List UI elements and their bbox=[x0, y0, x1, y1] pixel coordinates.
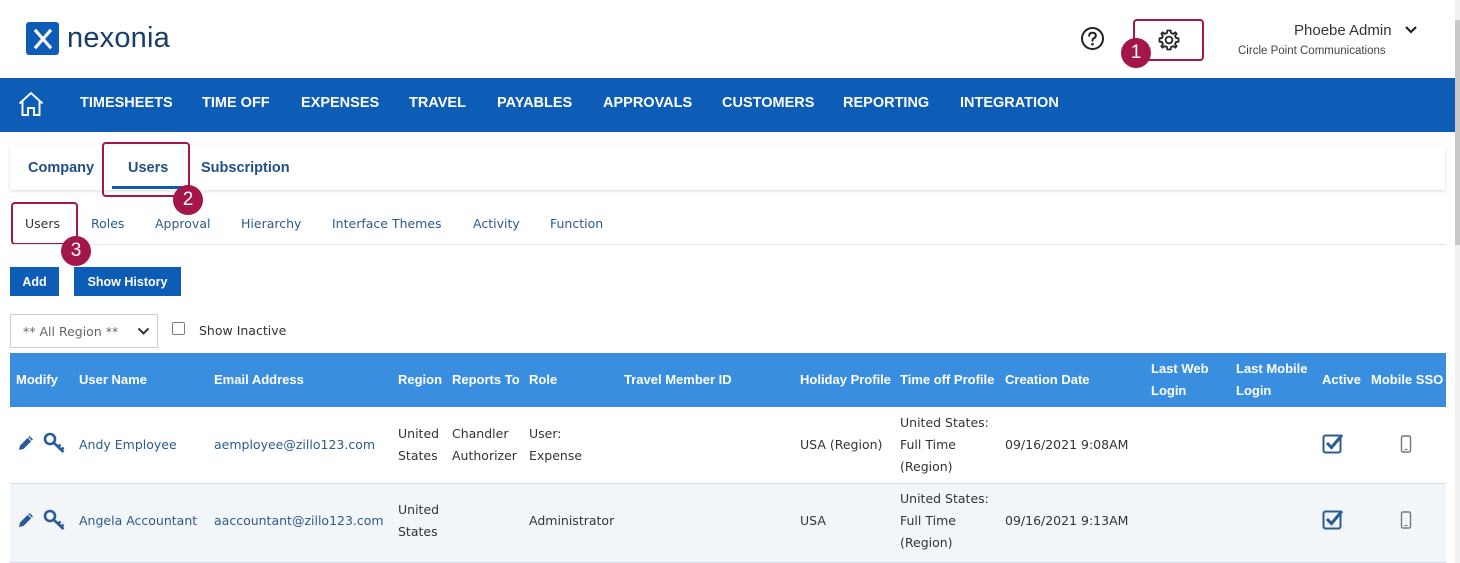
subtab-interface-themes[interactable]: Interface Themes bbox=[332, 216, 442, 231]
nav-reporting[interactable]: REPORTING bbox=[843, 95, 929, 111]
show-inactive-checkbox[interactable] bbox=[172, 322, 185, 335]
checkbox-checked-icon[interactable] bbox=[1322, 432, 1344, 454]
user-holiday-profile: USA (Region) bbox=[800, 437, 883, 452]
col-holiday-profile[interactable]: Holiday Profile bbox=[800, 369, 891, 391]
show-history-button[interactable]: Show History bbox=[74, 267, 181, 296]
subtab-hierarchy[interactable]: Hierarchy bbox=[241, 216, 301, 231]
user-reports-to: Chandler Authorizer bbox=[452, 426, 517, 463]
users-table-header: Modify User Name Email Address Region Re… bbox=[10, 353, 1446, 407]
mobile-phone-icon[interactable] bbox=[1400, 511, 1412, 529]
nav-timesheets[interactable]: TIMESHEETS bbox=[80, 95, 173, 111]
user-role: User: Expense bbox=[529, 426, 583, 463]
scrollbar-thumb[interactable] bbox=[1455, 20, 1460, 245]
user-time-off-profile: United States: Full Time (Region) bbox=[900, 415, 989, 474]
col-modify: Modify bbox=[16, 372, 58, 387]
checkbox-checked-icon[interactable] bbox=[1322, 508, 1344, 530]
gear-icon bbox=[1158, 29, 1179, 51]
col-active[interactable]: Active bbox=[1322, 369, 1361, 391]
nav-integration[interactable]: INTEGRATION bbox=[960, 95, 1059, 111]
help-icon[interactable] bbox=[1080, 26, 1105, 51]
user-email-link[interactable]: aemployee@zillo123.com bbox=[214, 434, 375, 456]
main-navbar: TIMESHEETS TIME OFF EXPENSES TRAVEL PAYA… bbox=[0, 78, 1455, 132]
x-logo-icon bbox=[26, 22, 59, 55]
nav-customers[interactable]: CUSTOMERS bbox=[722, 95, 814, 111]
tab-company[interactable]: Company bbox=[28, 160, 94, 176]
col-last-web-login[interactable]: Last Web Login bbox=[1151, 358, 1209, 402]
col-email[interactable]: Email Address bbox=[214, 369, 304, 391]
add-user-button[interactable]: Add bbox=[10, 267, 59, 296]
col-travel-member-id[interactable]: Travel Member ID bbox=[624, 369, 732, 391]
logo-text: nexonia bbox=[67, 22, 170, 54]
user-region: United States bbox=[398, 502, 440, 539]
chevron-down-icon bbox=[137, 327, 150, 335]
subtab-function[interactable]: Function bbox=[550, 216, 603, 231]
user-region: United States bbox=[398, 426, 440, 463]
col-last-mobile-login[interactable]: Last Mobile Login bbox=[1236, 358, 1308, 402]
callout-badge-2: 2 bbox=[173, 185, 203, 215]
col-user-name[interactable]: User Name bbox=[79, 369, 147, 391]
tab-subscription[interactable]: Subscription bbox=[201, 160, 290, 176]
user-holiday-profile: USA bbox=[800, 513, 826, 528]
nav-payables[interactable]: PAYABLES bbox=[497, 95, 572, 111]
region-select-value: ** All Region ** bbox=[23, 324, 119, 339]
subtab-approval[interactable]: Approval bbox=[155, 216, 210, 231]
region-select[interactable]: ** All Region ** bbox=[10, 314, 158, 348]
settings-tabs: Company Users Subscription bbox=[10, 146, 1445, 190]
nav-time-off[interactable]: TIME OFF bbox=[202, 95, 270, 111]
user-name: Phoebe Admin bbox=[1294, 22, 1392, 39]
company-name: Circle Point Communications bbox=[1238, 45, 1386, 57]
nav-travel[interactable]: TRAVEL bbox=[409, 95, 466, 111]
callout-badge-3: 3 bbox=[61, 236, 91, 266]
app-logo[interactable]: nexonia bbox=[26, 22, 170, 55]
nav-expenses[interactable]: EXPENSES bbox=[301, 95, 379, 111]
key-icon[interactable] bbox=[43, 509, 67, 531]
subtab-activity[interactable]: Activity bbox=[473, 216, 520, 231]
col-role[interactable]: Role bbox=[529, 369, 557, 391]
table-row: Angela Accountant aaccountant@zillo123.c… bbox=[10, 484, 1446, 563]
user-creation-date: 09/16/2021 9:08AM bbox=[1005, 437, 1129, 452]
pencil-icon[interactable] bbox=[16, 510, 36, 530]
user-name-link[interactable]: Angela Accountant bbox=[79, 510, 197, 532]
col-creation-date[interactable]: Creation Date bbox=[1005, 369, 1090, 391]
key-icon[interactable] bbox=[43, 432, 67, 454]
home-icon[interactable] bbox=[17, 90, 45, 118]
show-inactive-label: Show Inactive bbox=[199, 323, 287, 338]
col-mobile-sso[interactable]: Mobile SSO bbox=[1371, 369, 1443, 391]
user-creation-date: 09/16/2021 9:13AM bbox=[1005, 513, 1129, 528]
callout-badge-1: 1 bbox=[1121, 38, 1151, 68]
subtab-divider bbox=[10, 244, 1445, 245]
user-name-link[interactable]: Andy Employee bbox=[79, 434, 177, 456]
col-time-off-profile[interactable]: Time off Profile bbox=[900, 369, 994, 391]
nav-approvals[interactable]: APPROVALS bbox=[603, 95, 692, 111]
pencil-icon[interactable] bbox=[16, 433, 36, 453]
table-row: Andy Employee aemployee@zillo123.com Uni… bbox=[10, 407, 1446, 484]
col-reports-to[interactable]: Reports To bbox=[452, 369, 520, 391]
user-email-link[interactable]: aaccountant@zillo123.com bbox=[214, 510, 384, 532]
subtab-roles[interactable]: Roles bbox=[91, 216, 124, 231]
user-time-off-profile: United States: Full Time (Region) bbox=[900, 491, 989, 550]
mobile-phone-icon[interactable] bbox=[1400, 435, 1412, 453]
chevron-down-icon bbox=[1405, 26, 1417, 34]
col-region[interactable]: Region bbox=[398, 369, 442, 391]
user-role: Administrator bbox=[529, 513, 615, 528]
